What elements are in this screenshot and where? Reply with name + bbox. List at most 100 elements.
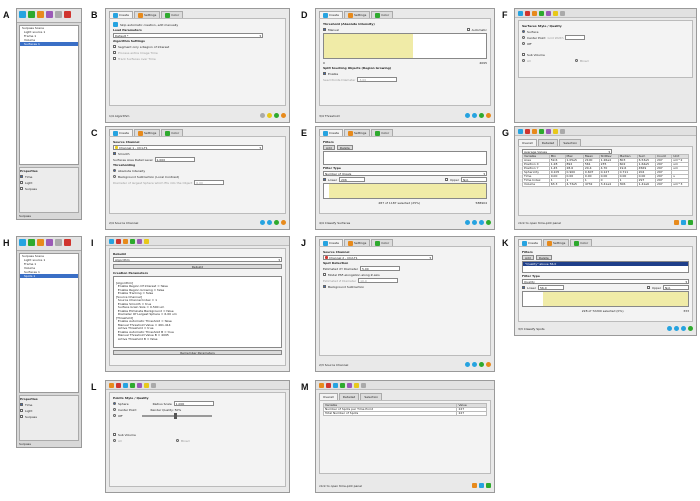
finish-button[interactable] <box>486 362 491 367</box>
cancel-button[interactable] <box>674 326 679 331</box>
tab-overall[interactable]: Overall <box>319 393 338 400</box>
filter-histogram[interactable] <box>522 291 689 307</box>
finish-button[interactable] <box>281 113 286 118</box>
tab-detailed[interactable]: Detailed <box>537 139 559 146</box>
tool-icon[interactable] <box>560 11 565 16</box>
add-filter-button[interactable]: Add <box>522 255 534 260</box>
tree-item-selected[interactable]: Spots 1 <box>20 274 78 278</box>
rebuild-button[interactable]: Rebuild <box>113 264 282 269</box>
stats-icon[interactable] <box>137 239 142 244</box>
skip-creation-link[interactable]: Skip automatic creation, edit manually <box>120 23 178 27</box>
finish-button[interactable] <box>688 326 693 331</box>
back-button[interactable] <box>260 220 265 225</box>
ellipse-checkbox[interactable] <box>323 273 326 276</box>
export-icon[interactable] <box>472 483 477 488</box>
edit-icon[interactable] <box>123 239 128 244</box>
filter-list[interactable] <box>323 151 487 165</box>
filter-item-selected[interactable]: "Quality" above 56.0 <box>523 262 688 266</box>
process-entire-checkbox[interactable] <box>113 51 116 54</box>
delete-filter-button[interactable]: Delete <box>336 145 353 150</box>
next-button[interactable] <box>479 362 484 367</box>
edit-icon[interactable] <box>532 11 537 16</box>
back-button[interactable] <box>260 113 265 118</box>
lower-input[interactable]: 206 <box>339 177 365 182</box>
delete-filter-button[interactable]: Delete <box>535 255 552 260</box>
tab-settings[interactable]: Settings <box>343 239 371 246</box>
mixed-radio[interactable] <box>175 439 179 442</box>
roi-checkbox[interactable] <box>113 45 116 48</box>
color-icon[interactable] <box>354 383 359 388</box>
gallery-icon[interactable] <box>37 11 44 18</box>
color-icon[interactable] <box>553 129 558 134</box>
sub-volume-checkbox[interactable] <box>113 433 116 436</box>
tab-create[interactable]: Create <box>319 239 343 246</box>
cancel-button[interactable] <box>472 113 477 118</box>
source-channel-select[interactable]: Channel 1 - Ch1-T1 ▾ <box>113 145 263 150</box>
color-icon[interactable] <box>144 239 149 244</box>
z-diameter-input[interactable]: 10.0 <box>358 278 399 283</box>
surface-radio[interactable] <box>522 30 525 33</box>
filter-icon[interactable] <box>539 11 544 16</box>
surpass-icon[interactable] <box>19 239 26 246</box>
finish-button[interactable] <box>486 220 491 225</box>
tab-settings[interactable]: Settings <box>133 129 161 136</box>
tab-color[interactable]: Color <box>371 129 394 136</box>
time-plot-link[interactable]: click to open time-plot panel <box>319 484 362 488</box>
enable-split-checkbox[interactable] <box>323 72 326 75</box>
create-icon[interactable] <box>109 383 114 388</box>
lower-input[interactable]: 56.0 <box>538 285 564 290</box>
finish-button[interactable] <box>281 220 286 225</box>
settings-icon[interactable] <box>525 11 530 16</box>
prop-checkbox[interactable] <box>20 403 23 406</box>
prop-checkbox[interactable] <box>20 415 23 418</box>
upper-input[interactable]: N/A <box>663 285 689 290</box>
tab-color[interactable]: Color <box>161 11 184 18</box>
export-icon[interactable] <box>674 220 679 225</box>
bg-subtraction-checkbox[interactable] <box>323 285 326 288</box>
next-button[interactable] <box>681 326 686 331</box>
tab-create[interactable]: Create <box>319 129 343 136</box>
grid-input[interactable] <box>565 35 586 40</box>
stats-icon[interactable] <box>137 383 142 388</box>
tab-color[interactable]: Color <box>570 239 593 246</box>
prop-checkbox[interactable] <box>20 409 23 412</box>
color-icon[interactable] <box>553 11 558 16</box>
tab-settings[interactable]: Settings <box>133 11 161 18</box>
tab-create[interactable]: Create <box>109 129 133 136</box>
center-radio[interactable] <box>113 408 116 411</box>
load-parameters-select[interactable]: Default * ▾ <box>113 33 263 38</box>
surpass-tree[interactable]: Surpass Scene Light source 1 Frame 1 Vol… <box>19 253 79 393</box>
auto-checkbox[interactable] <box>466 28 470 31</box>
copy-icon[interactable] <box>688 220 693 225</box>
background-radio[interactable] <box>113 175 116 178</box>
off-radio[interactable] <box>522 42 525 45</box>
cancel-button[interactable] <box>472 362 477 367</box>
surpass-icon[interactable] <box>19 11 26 18</box>
filament-icon[interactable] <box>64 11 71 18</box>
threshold-histogram[interactable] <box>323 33 487 59</box>
tab-color[interactable]: Color <box>371 239 394 246</box>
tab-detailed[interactable]: Detailed <box>338 393 360 400</box>
edit-icon[interactable] <box>532 129 537 134</box>
tool-icon[interactable] <box>361 383 366 388</box>
tab-settings[interactable]: Settings <box>343 129 371 136</box>
next-button[interactable] <box>479 113 484 118</box>
tab-selection[interactable]: Selection <box>559 139 582 146</box>
create-icon[interactable] <box>518 11 523 16</box>
edit-icon[interactable] <box>123 383 128 388</box>
off-radio[interactable] <box>113 414 116 417</box>
upper-checkbox[interactable] <box>646 286 650 289</box>
grain-input[interactable]: 1.000 <box>154 157 195 162</box>
save-icon[interactable] <box>479 483 484 488</box>
vantage-icon[interactable] <box>55 239 62 246</box>
filter-icon[interactable] <box>340 383 345 388</box>
surpass-tree[interactable]: Surpass Scene Light source 1 Frame 1 Vol… <box>19 25 79 165</box>
save-icon[interactable] <box>681 220 686 225</box>
settings-icon[interactable] <box>326 383 331 388</box>
create-icon[interactable] <box>518 129 523 134</box>
center-radio[interactable] <box>522 36 525 39</box>
back-button[interactable] <box>465 113 470 118</box>
tree-item-selected[interactable]: Surfaces 1 <box>20 42 78 46</box>
absolute-radio[interactable] <box>113 169 116 172</box>
all-radio[interactable] <box>113 439 116 442</box>
